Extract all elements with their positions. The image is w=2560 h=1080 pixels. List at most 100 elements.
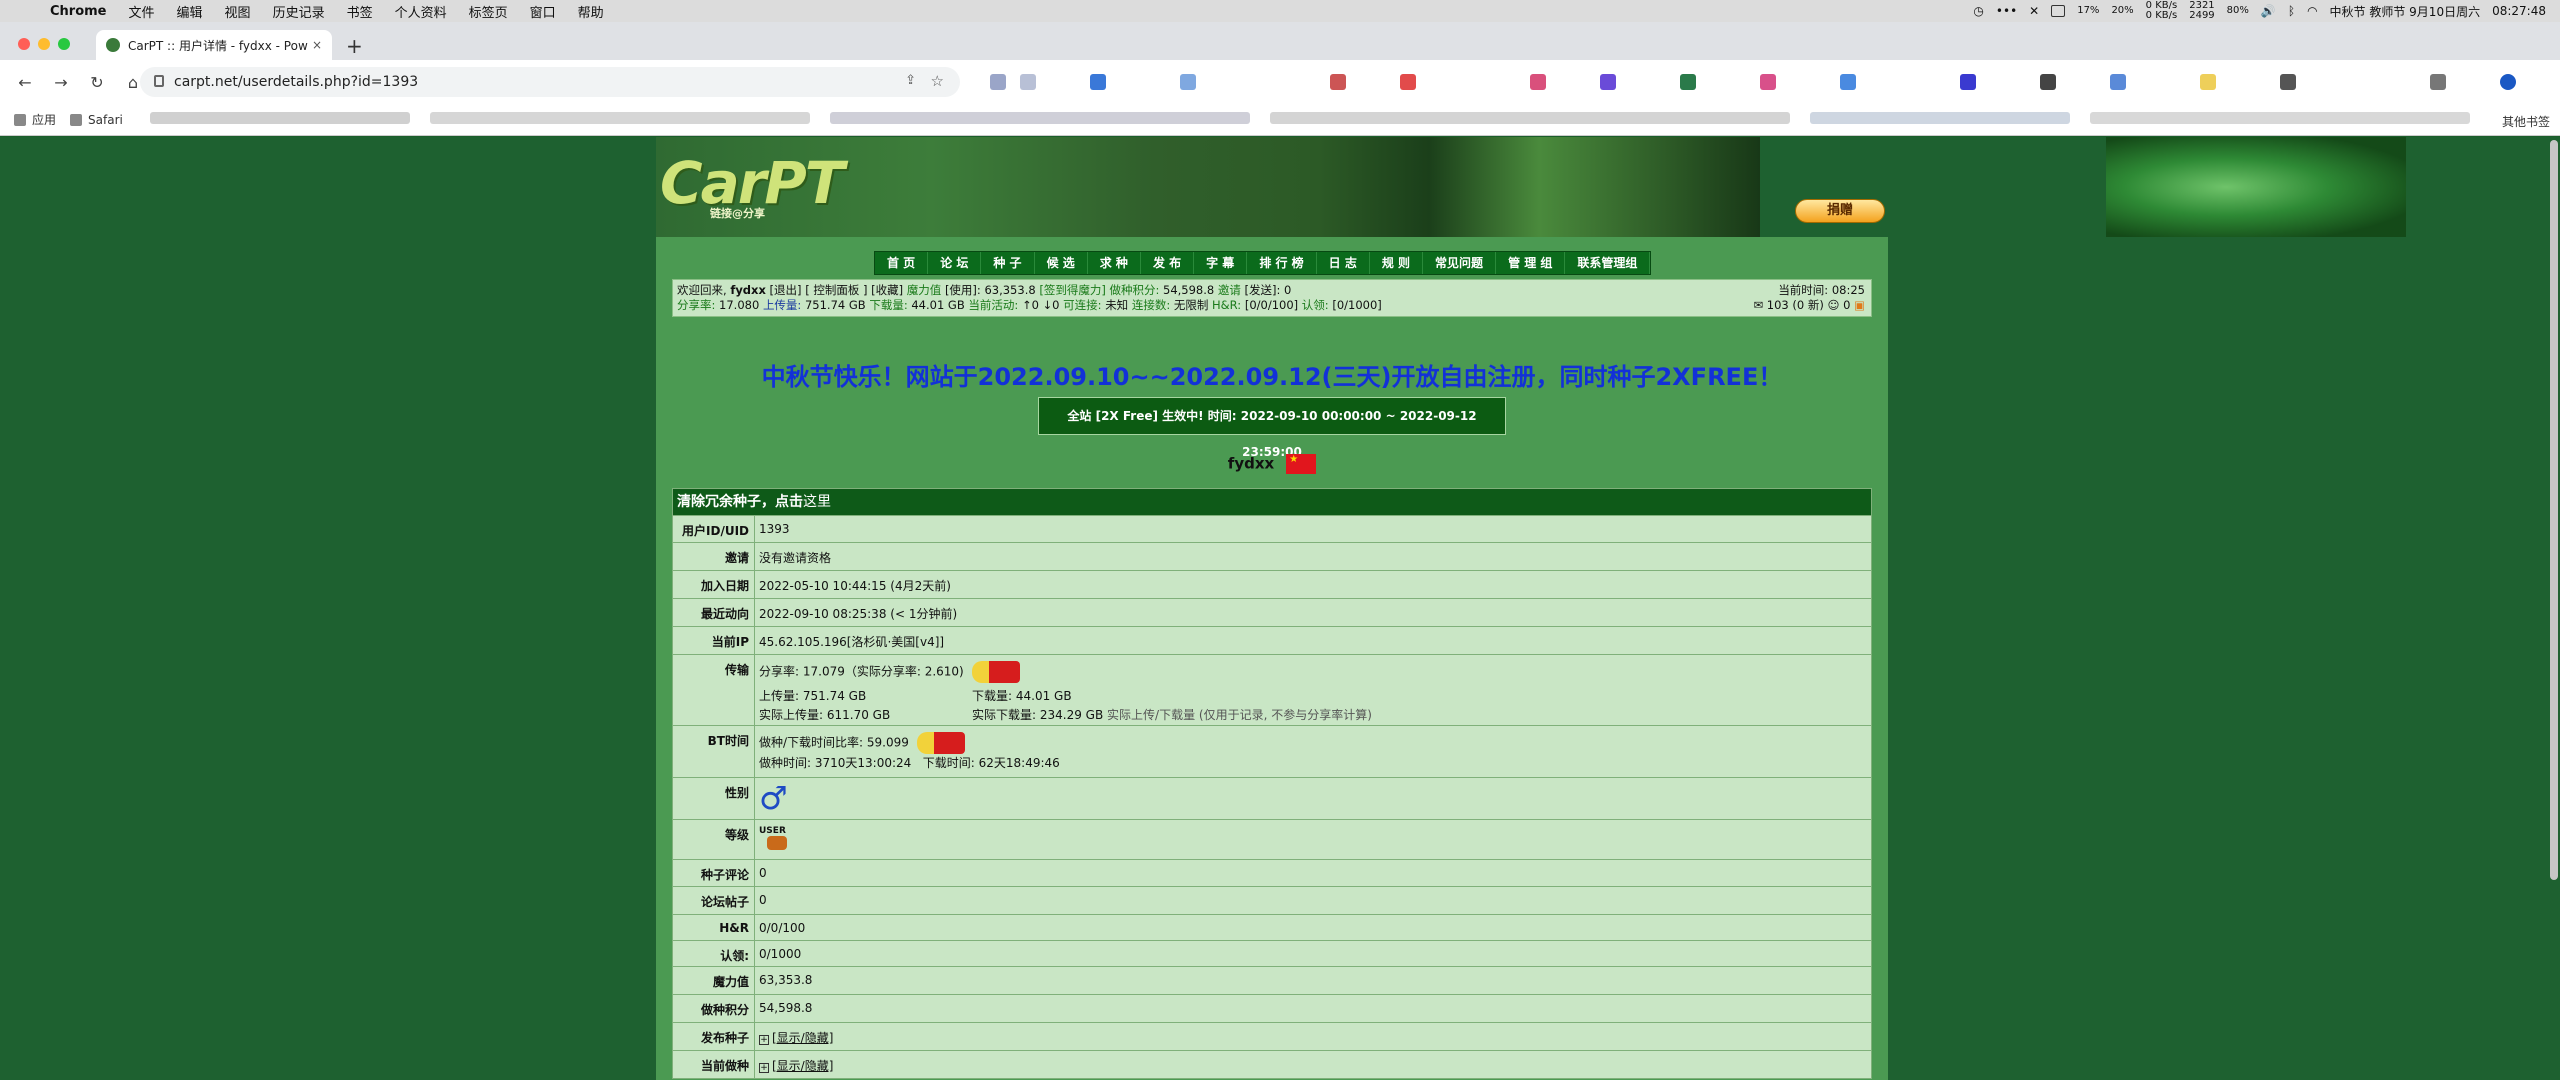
extension-icon[interactable] (1680, 74, 1696, 90)
expand-icon[interactable]: + (759, 1063, 769, 1073)
bookmark-star-icon[interactable]: ☆ (931, 72, 944, 90)
friends-icon[interactable]: ☺ (1827, 298, 1839, 312)
bluetooth-icon[interactable]: ᛒ (2288, 4, 2295, 18)
download-icon[interactable] (2430, 74, 2446, 90)
extension-icon[interactable] (990, 74, 1006, 90)
extension-icon[interactable] (2110, 74, 2126, 90)
table-header: 清除冗余种子，点击这里 (673, 489, 1871, 515)
extension-icon[interactable] (1530, 74, 1546, 90)
nav-upload[interactable]: 发 布 (1141, 252, 1195, 274)
favorites-link[interactable]: [收藏] (871, 283, 903, 297)
nav-torrents[interactable]: 种 子 (981, 252, 1035, 274)
extension-icon[interactable] (1180, 74, 1196, 90)
hr-link[interactable]: [0/0/100] (1245, 298, 1298, 312)
cleanup-link[interactable]: 这里 (803, 494, 831, 510)
avatar[interactable] (2500, 74, 2516, 90)
rss-icon[interactable]: ▣ (1854, 298, 1865, 312)
browser-tab-active[interactable]: CarPT :: 用户详情 - fydxx - Pow × (96, 30, 332, 60)
menu-item-edit[interactable]: 编辑 (177, 2, 203, 21)
extension-icon[interactable] (1020, 74, 1036, 90)
lock-icon[interactable] (154, 75, 164, 87)
invite-send-link[interactable]: [发送]: (1245, 283, 1281, 297)
nav-requests[interactable]: 求 种 (1088, 252, 1141, 274)
more-icon[interactable]: ••• (1996, 4, 2017, 18)
blurred-bookmarks (2090, 112, 2470, 124)
extension-icon[interactable] (2040, 74, 2056, 90)
nav-log[interactable]: 日 志 (1317, 252, 1370, 274)
menu-app-name[interactable]: Chrome (50, 4, 107, 19)
share-icon[interactable]: ⇪ (905, 73, 916, 88)
apps-icon (14, 113, 26, 126)
forward-icon[interactable]: → (50, 73, 72, 92)
tab-close-icon[interactable]: × (312, 38, 322, 52)
menubar-time[interactable]: 08:27:48 (2492, 4, 2546, 18)
web-page: CarPT 链接@分享 捐赠 首 页 论 坛 种 子 候 选 求 种 发 布 字 … (0, 137, 2560, 1080)
site-logo[interactable]: CarPT 链接@分享 (660, 149, 880, 220)
scrollbar[interactable] (2550, 140, 2558, 880)
nav-subtitles[interactable]: 字 幕 (1194, 252, 1248, 274)
claim-link[interactable]: [0/1000] (1332, 298, 1381, 312)
bookmark-safari[interactable]: Safari (70, 113, 123, 127)
address-bar[interactable]: carpt.net/userdetails.php?id=1393 ⇪ ☆ (140, 67, 960, 97)
nav-candidates[interactable]: 候 选 (1035, 252, 1088, 274)
nav-top[interactable]: 排 行 榜 (1247, 252, 1317, 274)
extension-icon[interactable] (1330, 74, 1346, 90)
main-nav: 首 页 论 坛 种 子 候 选 求 种 发 布 字 幕 排 行 榜 日 志 规 … (874, 251, 1652, 275)
extension-icon[interactable] (1090, 74, 1106, 90)
menu-item-view[interactable]: 视图 (225, 2, 251, 21)
control-panel-link[interactable]: [ 控制面板 ] (805, 283, 867, 297)
menu-item-history[interactable]: 历史记录 (273, 2, 325, 21)
extension-icon[interactable] (2200, 74, 2216, 90)
nav-faq[interactable]: 常见问题 (1423, 252, 1497, 274)
extension-icon[interactable] (1760, 74, 1776, 90)
blurred-bookmarks (150, 112, 410, 124)
extension-icon[interactable] (1400, 74, 1416, 90)
menu-item-file[interactable]: 文件 (129, 2, 155, 21)
nav-staff[interactable]: 管 理 组 (1496, 252, 1566, 274)
extension-icon[interactable] (2280, 74, 2296, 90)
bookmark-apps[interactable]: 应用 (14, 111, 56, 128)
donate-button[interactable]: 捐赠 (1795, 199, 1885, 223)
nav-contact-staff[interactable]: 联系管理组 (1565, 252, 1651, 274)
show-hide-seeding-link[interactable]: [显示/隐藏] (772, 1059, 833, 1073)
reload-icon[interactable]: ↻ (86, 73, 108, 92)
expand-icon[interactable]: + (759, 1035, 769, 1045)
signin-link[interactable]: [签到得魔力] (1039, 283, 1105, 297)
new-tab-button[interactable]: + (346, 34, 363, 58)
menu-item-tab[interactable]: 标签页 (469, 2, 508, 21)
wifi-icon[interactable]: ◠ (2307, 4, 2317, 18)
menu-item-window[interactable]: 窗口 (530, 2, 556, 21)
close-app-icon[interactable]: ✕ (2029, 4, 2039, 18)
bt-time-row: BT时间 做种/下载时间比率: 59.099 做种时间: 3710天13:00:… (673, 725, 1871, 777)
messages-count[interactable]: 103 (0 新) (1767, 298, 1824, 312)
battery-icon[interactable] (2051, 5, 2066, 17)
main-content: 首 页 论 坛 种 子 候 选 求 种 发 布 字 幕 排 行 榜 日 志 规 … (656, 237, 1888, 1080)
menu-item-help[interactable]: 帮助 (578, 2, 604, 21)
menu-item-profile[interactable]: 个人资料 (395, 2, 447, 21)
table-row: 邀请 没有邀请资格 (673, 542, 1871, 570)
clock-icon[interactable]: ◷ (1973, 4, 1983, 18)
minimize-window-button[interactable] (38, 38, 50, 50)
extension-icon[interactable] (1600, 74, 1616, 90)
nav-rules[interactable]: 规 则 (1370, 252, 1424, 274)
extension-icon[interactable] (1960, 74, 1976, 90)
inbox-icon[interactable]: ✉ (1753, 298, 1763, 312)
nav-forum[interactable]: 论 坛 (928, 252, 982, 274)
table-row: 当前IP 45.62.105.196[洛杉矶·美国[v4]] (673, 626, 1871, 654)
username-link[interactable]: fydxx (730, 283, 766, 297)
logout-link[interactable]: [退出] (770, 283, 802, 297)
zoom-window-button[interactable] (58, 38, 70, 50)
menubar-datetime[interactable]: 中秋节 教师节 9月10日周六 (2330, 3, 2481, 20)
back-icon[interactable]: ← (14, 73, 36, 92)
bookmark-other[interactable]: 其他书签 (2502, 113, 2550, 130)
volume-icon[interactable]: 🔊 (2261, 4, 2276, 18)
nav-home[interactable]: 首 页 (875, 252, 929, 274)
extension-icon[interactable] (1840, 74, 1856, 90)
menu-item-bookmarks[interactable]: 书签 (347, 2, 373, 21)
magic-use-link[interactable]: [使用]: (945, 283, 981, 297)
blurred-bookmarks (830, 112, 1250, 124)
bt-smiley-icon (916, 732, 965, 754)
show-hide-uploads-link[interactable]: [显示/隐藏] (772, 1031, 833, 1045)
close-window-button[interactable] (18, 38, 30, 50)
user-details-table: 清除冗余种子，点击这里 用户ID/UID 1393 邀请 没有邀请资格 加入日期 20… (672, 488, 1872, 1079)
